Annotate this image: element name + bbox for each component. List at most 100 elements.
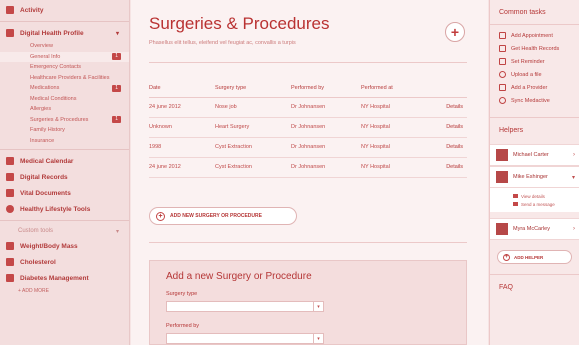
column-header: Surgery type: [215, 80, 291, 98]
sidebar-subitem-medications[interactable]: Medications 1: [0, 83, 129, 94]
records-icon: [6, 173, 14, 181]
sidebar-subitem-label: Family History: [30, 127, 65, 134]
task-get-health-records[interactable]: Get Health Records: [490, 42, 579, 55]
divider: [149, 62, 467, 63]
task-upload-file[interactable]: Upload a file: [490, 68, 579, 81]
performed-by-select[interactable]: ▾: [166, 333, 324, 344]
view-details-link[interactable]: View details: [513, 192, 573, 200]
sidebar-item-medical-calendar[interactable]: Medical Calendar: [0, 153, 129, 169]
add-helper-button[interactable]: + ADD HELPER: [497, 250, 572, 264]
cell-surgery-type: Cyst Extraction: [215, 137, 291, 158]
helper-item[interactable]: Mike Eshinger ▾: [490, 166, 579, 188]
heart-icon: [6, 205, 14, 213]
chevron-right-icon: ›: [573, 152, 575, 158]
sidebar-subitem-general-info[interactable]: General Info 1: [0, 51, 129, 62]
task-add-provider[interactable]: Add a Provider: [490, 81, 579, 94]
sidebar-subitem-healthcare-providers[interactable]: Healthcare Providers & Facilities: [0, 73, 129, 84]
divider: [490, 117, 579, 118]
calendar-icon: [499, 58, 506, 65]
sidebar-item-vital-documents[interactable]: Vital Documents: [0, 185, 129, 201]
sidebar-item-weight[interactable]: Weight/Body Mass: [0, 238, 129, 254]
sidebar-subitem-allergies[interactable]: Allergies: [0, 104, 129, 115]
task-label: Add a Provider: [511, 84, 548, 91]
form-title: Add a new Surgery or Procedure: [166, 271, 312, 282]
column-header: Date: [149, 80, 215, 98]
add-button[interactable]: +: [445, 22, 465, 42]
sidebar-item-digital-records[interactable]: Digital Records: [0, 169, 129, 185]
task-sync-medactive[interactable]: Sync Medactive: [490, 94, 579, 107]
sidebar-item-label: Diabetes Management: [20, 274, 89, 282]
divider: [149, 242, 467, 243]
task-label: Upload a file: [511, 71, 542, 78]
details-link[interactable]: Details: [427, 97, 467, 118]
send-message-link[interactable]: Send a message: [513, 200, 573, 208]
table-header-row: Date Surgery type Performed by Performed…: [149, 80, 467, 98]
upload-icon: [499, 71, 506, 78]
sidebar-item-label: Weight/Body Mass: [20, 242, 78, 250]
page-subtitle: Phasellus elit tellus, eleifend vel feug…: [149, 40, 296, 46]
link-label: Send a message: [521, 201, 555, 207]
surgery-type-select[interactable]: ▾: [166, 301, 324, 312]
plus-icon: +: [450, 24, 460, 40]
cell-performed-by: Dr Johnansen: [291, 137, 361, 158]
add-more-link[interactable]: + ADD MORE: [0, 286, 129, 296]
sidebar-item-activity[interactable]: Activity: [0, 2, 129, 18]
helper-name: Myra McCarley: [513, 226, 550, 232]
task-set-reminder[interactable]: Set Reminder: [490, 55, 579, 68]
divider: [490, 274, 579, 275]
sidebar-subitem-overview[interactable]: Overview: [0, 41, 129, 52]
details-link[interactable]: Details: [427, 137, 467, 158]
user-icon: [499, 84, 506, 91]
sidebar-subitem-family-history[interactable]: Family History: [0, 125, 129, 136]
sidebar-subitem-label: Insurance: [30, 137, 55, 144]
plus-icon: +: [503, 253, 510, 261]
column-header: [427, 80, 467, 98]
cell-performed-at: NY Hospital: [361, 137, 427, 158]
table-row: 24 june 2012 Nose job Dr Johnansen NY Ho…: [149, 97, 467, 118]
helper-item[interactable]: Myra McCarley ›: [490, 218, 579, 240]
sidebar-item-digital-health-profile[interactable]: Digital Health Profile ▾: [0, 25, 129, 41]
add-surgery-form: Add a new Surgery or Procedure Surgery t…: [149, 260, 467, 345]
profile-icon: [6, 29, 14, 37]
custom-tools-header[interactable]: Custom tools ▾: [0, 224, 129, 238]
cell-performed-at: NY Hospital: [361, 157, 427, 178]
diabetes-icon: [6, 274, 14, 282]
details-link[interactable]: Details: [427, 157, 467, 178]
helper-name: Mike Eshinger: [513, 174, 548, 180]
sidebar-subitem-surgeries[interactable]: Surgeries & Procedures 1: [0, 115, 129, 126]
avatar: [496, 223, 508, 235]
sidebar-item-healthy-lifestyle[interactable]: Healthy Lifestyle Tools: [0, 201, 129, 217]
cell-date: 24 june 2012: [149, 97, 215, 118]
sidebar-subitem-label: Overview: [30, 43, 53, 50]
common-tasks-title: Common tasks: [499, 8, 546, 16]
divider: [0, 149, 129, 150]
avatar: [496, 149, 508, 161]
avatar: [496, 171, 508, 183]
main-content: Surgeries & Procedures Phasellus elit te…: [131, 0, 488, 345]
sidebar-subitem-medical-conditions[interactable]: Medical Conditions: [0, 94, 129, 105]
details-link[interactable]: Details: [427, 117, 467, 138]
surgery-type-label: Surgery type: [166, 291, 198, 297]
helper-item[interactable]: Michael Carter ›: [490, 144, 579, 166]
divider: [0, 220, 129, 221]
task-add-appointment[interactable]: Add Appointment: [490, 29, 579, 42]
sidebar-item-cholesterol[interactable]: Cholesterol: [0, 254, 129, 270]
mail-icon: [513, 202, 518, 206]
cholesterol-icon: [6, 258, 14, 266]
sidebar-subitem-label: Medical Conditions: [30, 95, 77, 102]
link-label: View details: [521, 193, 545, 199]
task-label: Set Reminder: [511, 58, 545, 65]
sidebar-subitem-emergency-contacts[interactable]: Emergency Contacts: [0, 62, 129, 73]
sidebar-item-label: Medical Calendar: [20, 157, 74, 165]
sidebar-item-diabetes[interactable]: Diabetes Management: [0, 270, 129, 286]
sidebar-subitem-label: Allergies: [30, 106, 52, 113]
calendar-icon: [6, 157, 14, 165]
faq-title: FAQ: [499, 283, 514, 291]
page-title: Surgeries & Procedures: [149, 14, 330, 33]
cell-performed-at: NY Hospital: [361, 117, 427, 138]
sidebar-subitem-label: General Info: [30, 53, 61, 60]
table-row: 1998 Cyst Extraction Dr Johnansen NY Hos…: [149, 137, 467, 158]
sidebar-subitem-insurance[interactable]: Insurance: [0, 136, 129, 147]
scale-icon: [6, 242, 14, 250]
add-surgery-button[interactable]: + ADD NEW SURGERY OR PROCEDURE: [149, 207, 297, 225]
